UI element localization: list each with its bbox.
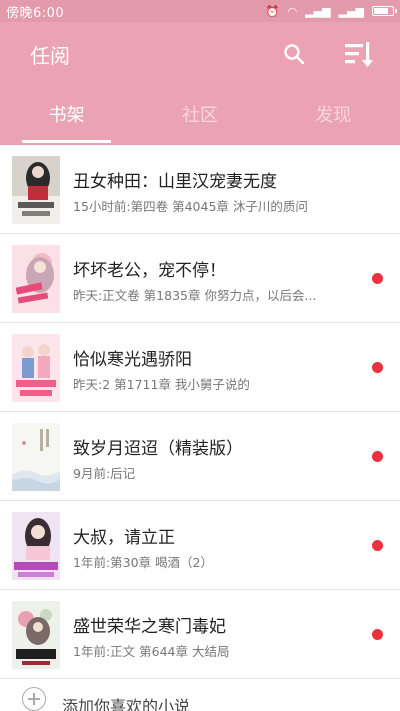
- book-item[interactable]: 丑女种田：山里汉宠妻无度 15小时前:第四卷 第4045章 沐子川的质问: [0, 145, 400, 234]
- book-cover: [12, 512, 60, 580]
- tab-bookshelf[interactable]: 书架: [0, 98, 133, 145]
- tab-bar: 书架 社区 发现: [0, 98, 400, 145]
- book-item[interactable]: 致岁月迢迢（精装版） 9月前:后记: [0, 412, 400, 501]
- book-latest-chapter: 1年前:第30章 喝酒（2）: [73, 555, 213, 570]
- unread-dot: [372, 273, 383, 284]
- search-icon[interactable]: [282, 42, 306, 66]
- book-item[interactable]: 坏坏老公，宠不停！ 昨天:正文卷 第1835章 你努力点，以后会...: [0, 234, 400, 323]
- book-latest-chapter: 9月前:后记: [73, 466, 136, 481]
- book-cover: [12, 334, 60, 402]
- status-icons: ⏰ ◠ ▂▄▆ ▂▄▆: [265, 4, 397, 18]
- book-latest-chapter: 昨天:正文卷 第1835章 你努力点，以后会...: [73, 288, 317, 303]
- book-list: 丑女种田：山里汉宠妻无度 15小时前:第四卷 第4045章 沐子川的质问 坏坏老…: [0, 145, 400, 679]
- book-item[interactable]: 恰似寒光遇骄阳 昨天:2 第1711章 我小舅子说的: [0, 323, 400, 412]
- book-title: 大叔，请立正: [73, 528, 175, 548]
- tab-community[interactable]: 社区: [133, 98, 266, 145]
- alarm-icon: ⏰: [265, 4, 280, 18]
- book-cover: [12, 156, 60, 224]
- app-title: 任阅: [30, 44, 70, 68]
- sort-icon[interactable]: [343, 38, 375, 70]
- book-title: 恰似寒光遇骄阳: [73, 350, 192, 370]
- book-cover: [12, 245, 60, 313]
- wifi-icon: ◠: [287, 4, 298, 18]
- book-title: 丑女种田：山里汉宠妻无度: [73, 172, 277, 192]
- book-title: 盛世荣华之寒门毒妃: [73, 617, 226, 637]
- book-title: 坏坏老公，宠不停！: [73, 261, 226, 281]
- unread-dot: [372, 540, 383, 551]
- signal-icon: ▂▄▆: [305, 4, 331, 18]
- add-circle-icon: [22, 687, 46, 711]
- add-book-label: 添加你喜欢的小说: [62, 697, 191, 711]
- status-bar: 傍晚6:00 ⏰ ◠ ▂▄▆ ▂▄▆: [0, 0, 400, 22]
- book-latest-chapter: 1年前:正文 第644章 大结局: [73, 644, 230, 659]
- battery-icon: [372, 6, 397, 16]
- book-cover: [12, 423, 60, 491]
- signal-icon-2: ▂▄▆: [338, 4, 364, 18]
- book-item[interactable]: 盛世荣华之寒门毒妃 1年前:正文 第644章 大结局: [0, 590, 400, 679]
- status-time: 傍晚6:00: [6, 5, 65, 21]
- unread-dot: [372, 451, 383, 462]
- book-latest-chapter: 15小时前:第四卷 第4045章 沐子川的质问: [73, 199, 308, 214]
- book-title: 致岁月迢迢（精装版）: [73, 439, 243, 459]
- app-header: 任阅 书架 社区 发现: [0, 22, 400, 145]
- unread-dot: [372, 629, 383, 640]
- unread-dot: [372, 362, 383, 373]
- tab-discover[interactable]: 发现: [267, 98, 400, 145]
- book-cover: [12, 601, 60, 669]
- add-book-row[interactable]: 添加你喜欢的小说: [0, 681, 400, 711]
- book-latest-chapter: 昨天:2 第1711章 我小舅子说的: [73, 377, 250, 392]
- book-item[interactable]: 大叔，请立正 1年前:第30章 喝酒（2）: [0, 501, 400, 590]
